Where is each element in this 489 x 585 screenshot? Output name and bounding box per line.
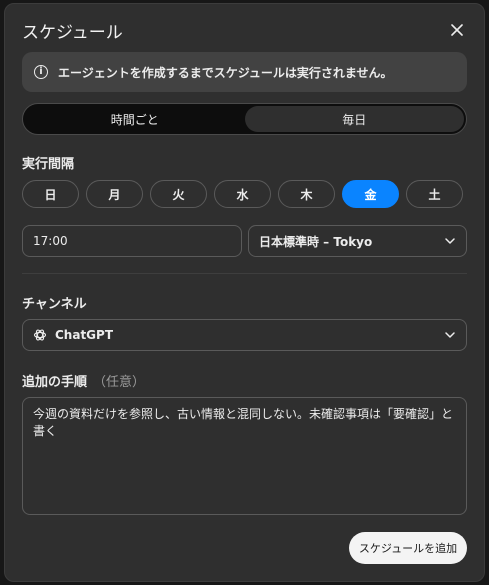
close-button[interactable] <box>445 18 469 42</box>
optional-marker: （任意） <box>93 375 146 390</box>
info-text: エージェントを作成するまでスケジュールは実行されません。 <box>58 65 393 80</box>
interval-label: 実行間隔 <box>22 157 75 172</box>
day-tue[interactable]: 火 <box>150 180 207 208</box>
channel-value: ChatGPT <box>55 328 114 342</box>
frequency-toggle: 時間ごと 毎日 <box>22 103 467 135</box>
day-sat[interactable]: 土 <box>406 180 463 208</box>
instructions-textarea[interactable]: 今週の資料だけを参照し、古い情報と混同しない。未確認事項は「要確認」と書く <box>22 397 467 515</box>
schedule-dialog: スケジュール i エージェントを作成するまでスケジュールは実行されません。 時間… <box>4 3 485 582</box>
dialog-title: スケジュール <box>22 23 123 43</box>
timezone-select[interactable]: 日本標準時 – Tokyo <box>248 225 467 257</box>
tab-hourly[interactable]: 時間ごと <box>25 106 245 132</box>
add-schedule-button[interactable]: スケジュールを追加 <box>349 532 467 564</box>
divider <box>22 273 467 274</box>
info-icon: i <box>34 65 48 79</box>
channel-select[interactable]: ChatGPT <box>22 319 467 351</box>
day-thu[interactable]: 木 <box>278 180 335 208</box>
instructions-label-text: 追加の手順 <box>22 375 88 390</box>
day-selector: 日 月 火 水 木 金 土 <box>22 180 463 208</box>
instructions-label: 追加の手順 （任意） <box>22 371 145 390</box>
day-fri[interactable]: 金 <box>342 180 399 208</box>
close-icon <box>451 24 463 36</box>
day-wed[interactable]: 水 <box>214 180 271 208</box>
info-banner: i エージェントを作成するまでスケジュールは実行されません。 <box>22 52 467 92</box>
time-input[interactable]: 17:00 <box>22 225 242 257</box>
day-sun[interactable]: 日 <box>22 180 79 208</box>
day-mon[interactable]: 月 <box>86 180 143 208</box>
chevron-down-icon <box>445 238 455 244</box>
channel-label: チャンネル <box>22 297 87 312</box>
openai-logo-icon <box>33 329 47 341</box>
tab-daily[interactable]: 毎日 <box>244 106 464 132</box>
timezone-value: 日本標準時 – Tokyo <box>259 234 373 249</box>
time-value: 17:00 <box>33 234 68 248</box>
chevron-down-icon <box>445 332 455 338</box>
